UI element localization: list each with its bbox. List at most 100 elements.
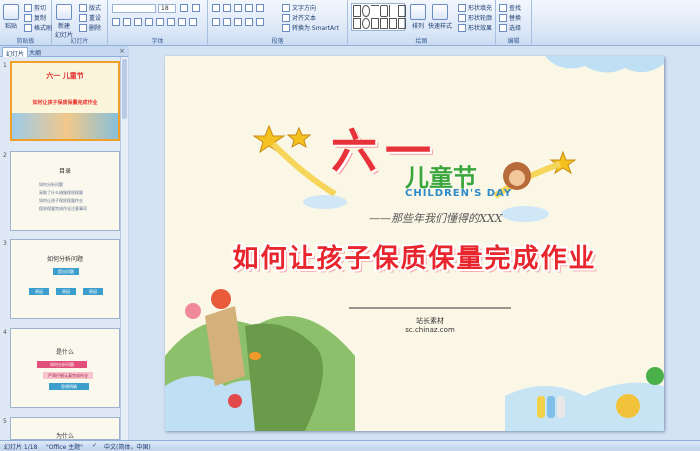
format-painter-button[interactable]: 格式刷 <box>24 23 52 32</box>
char-spacing-icon[interactable] <box>167 18 175 26</box>
shapes-gallery[interactable] <box>351 3 406 31</box>
find-button[interactable]: 查找 <box>499 3 521 12</box>
tomato <box>211 289 231 309</box>
circle-shape-icon[interactable] <box>362 17 370 29</box>
spellcheck-icon[interactable]: ✓ <box>92 442 97 449</box>
brush-icon <box>24 23 32 32</box>
tab-slides[interactable]: 幻灯片 <box>2 47 29 58</box>
underline-icon[interactable] <box>134 18 142 26</box>
quick-styles-button[interactable]: 快速样式 <box>428 4 452 30</box>
effects-icon <box>458 23 466 32</box>
replace-button[interactable]: 替换 <box>499 13 521 22</box>
decrease-indent-icon[interactable] <box>234 4 242 12</box>
paragraph-label: 段落 <box>271 38 284 45</box>
scrollbar-thumb[interactable] <box>122 59 127 119</box>
thumb-number: 2 <box>3 152 7 159</box>
font-color-icon[interactable] <box>189 18 197 26</box>
bottom-cloud-right <box>505 382 664 431</box>
reset-button[interactable]: 重设 <box>79 13 101 22</box>
align-right-icon[interactable] <box>234 18 242 26</box>
slogan: ——那些年我们懂得的XXX <box>369 212 503 225</box>
headline[interactable]: 如何让孩子保质保量完成作业 <box>165 238 664 275</box>
brace-shape-icon[interactable] <box>389 17 397 29</box>
select-button[interactable]: 选择 <box>499 23 521 32</box>
paste-icon <box>3 4 19 20</box>
arrange-button[interactable]: 排列 <box>410 4 426 30</box>
copy-button[interactable]: 复制 <box>24 13 46 22</box>
new-slide-button[interactable]: 新建 幻灯片 <box>55 4 73 39</box>
cloud-title-left <box>303 195 347 209</box>
drawing-label: 绘图 <box>415 38 428 45</box>
shadow-icon[interactable] <box>156 18 164 26</box>
thumb4-box: 严肃仔细认真完成作业 <box>43 372 93 379</box>
ribbon: 粘贴 剪切 复制 格式刷 剪贴板 新建 幻灯片 版式 重设 删除 幻灯片 18 <box>0 0 700 46</box>
bold-icon[interactable] <box>112 18 120 26</box>
oval-shape-icon[interactable] <box>362 5 370 17</box>
triangle-shape-icon[interactable] <box>353 17 361 29</box>
shrink-font-glyph <box>192 4 200 12</box>
justify-icon[interactable] <box>245 18 253 26</box>
layout-button[interactable]: 版式 <box>79 3 101 12</box>
convert-smartart-button[interactable]: 转换为 SmartArt <box>282 23 339 32</box>
star-shape-icon[interactable] <box>371 17 379 29</box>
rounded-rect-shape-icon[interactable] <box>380 5 388 17</box>
slide-thumbnail-1[interactable]: 六一 儿童节 如何让孩子保质保量完成作业 <box>10 61 120 141</box>
layout-icon <box>79 3 87 12</box>
bracket-shape-icon[interactable] <box>398 17 406 29</box>
increase-indent-icon[interactable] <box>245 4 253 12</box>
text-direction-button[interactable]: 文字方向 <box>282 3 316 12</box>
star-right <box>549 150 577 175</box>
thumb3-title: 如何分析问题 <box>46 256 83 263</box>
status-bar: 幻灯片 1/18 "Office 主题" ✓ 中文(简体，中国) <box>0 440 700 451</box>
columns-icon[interactable] <box>256 18 264 26</box>
shrink-font-icon[interactable] <box>192 4 200 12</box>
align-center-icon[interactable] <box>223 18 231 26</box>
delete-icon <box>79 23 87 32</box>
arrow-shape-icon[interactable] <box>389 5 397 17</box>
textbox-shape-icon[interactable] <box>398 5 406 17</box>
slide-canvas[interactable]: 六一 儿童节 CHILDREN'S DAY ——那些年我们懂得的XXX 如何让孩… <box>165 56 664 431</box>
slide-editor: 六一 儿童节 CHILDREN'S DAY ——那些年我们懂得的XXX 如何让孩… <box>129 46 700 440</box>
title-en: CHILDREN'S DAY <box>405 188 513 199</box>
thumb2-line: 如何分析问题 <box>39 182 63 187</box>
close-pane-icon[interactable]: × <box>119 47 125 55</box>
callout-shape-icon[interactable] <box>380 17 388 29</box>
thumb1-title: 六一 儿童节 <box>46 72 84 80</box>
language[interactable]: 中文(简体，中国) <box>104 442 151 451</box>
align-text-button[interactable]: 对齐文本 <box>282 13 316 22</box>
bullets-icon[interactable] <box>212 4 220 12</box>
italic-icon[interactable] <box>123 18 131 26</box>
strikethrough-icon[interactable] <box>145 18 153 26</box>
font-size-combo[interactable]: 18 <box>158 4 176 13</box>
slide-thumbnail-4[interactable]: 是什么 如何分析问题 严肃仔细认真完成作业 思想明确 <box>10 328 120 408</box>
grow-font-icon[interactable] <box>180 4 188 12</box>
cut-button[interactable]: 剪切 <box>24 3 46 12</box>
slide-thumbnail-5[interactable]: 为什么 <box>10 417 120 440</box>
tab-outline[interactable]: 大纲 <box>26 47 44 57</box>
slide-thumbnail-2[interactable]: 目录 如何分析问题 采取了什么措施保质保量 如何让孩子保质保量作业 保质保量完成… <box>10 151 120 231</box>
shape-fill-button[interactable]: 形状填充 <box>458 3 492 12</box>
line-shape-icon[interactable] <box>371 5 379 17</box>
change-case-icon[interactable] <box>178 18 186 26</box>
thumb-number: 5 <box>3 418 7 425</box>
thumb3-box: 原因 <box>29 288 49 295</box>
thumb-number: 4 <box>3 329 7 336</box>
rectangle-shape-icon[interactable] <box>353 5 361 17</box>
font-name-combo[interactable] <box>112 4 156 13</box>
paste-button[interactable]: 粘贴 <box>3 4 19 30</box>
align-text-icon <box>282 13 290 22</box>
thumbnail-scrollbar[interactable] <box>120 57 128 440</box>
drawing-group: 排列 快速样式 形状填充 形状轮廓 形状效果 绘图 <box>348 0 496 46</box>
thumb4-title: 是什么 <box>55 349 74 356</box>
delete-slide-button[interactable]: 删除 <box>79 23 101 32</box>
slides-pane: 幻灯片 大纲 × 1 六一 儿童节 如何让孩子保质保量完成作业 2 目录 如何分… <box>0 46 128 440</box>
clipboard-label: 剪贴板 <box>16 38 35 45</box>
align-left-icon[interactable] <box>212 18 220 26</box>
line-spacing-icon[interactable] <box>256 4 264 12</box>
slides-label: 幻灯片 <box>70 38 89 45</box>
slide-thumbnail-3[interactable]: 如何分析问题 提出问题 原因 原因 原因 <box>10 239 120 319</box>
copy-icon <box>24 13 32 22</box>
shape-outline-button[interactable]: 形状轮廓 <box>458 13 492 22</box>
shape-effects-button[interactable]: 形状效果 <box>458 23 492 32</box>
numbering-icon[interactable] <box>223 4 231 12</box>
